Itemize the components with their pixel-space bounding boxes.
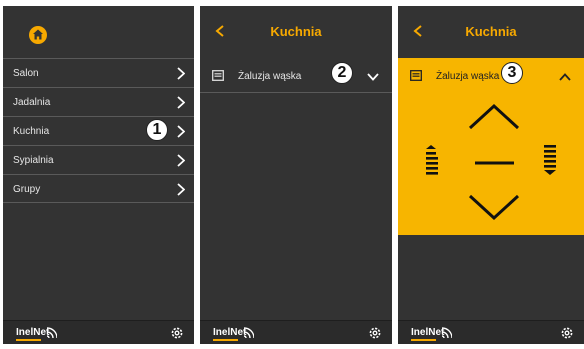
menu-item-label: Jadalnia xyxy=(13,97,51,108)
blind-device-icon xyxy=(212,70,224,81)
device-name: Żaluzja wąska xyxy=(238,71,302,82)
menu-item-salon[interactable]: Salon xyxy=(3,58,194,87)
menu-item-label: Grupy xyxy=(13,184,41,195)
chevron-right-icon xyxy=(177,67,185,80)
menu-item-label: Sypialnia xyxy=(13,155,54,166)
device-row[interactable]: Żaluzja wąska xyxy=(200,58,392,93)
menu-item-sypialnia[interactable]: Sypialnia xyxy=(3,145,194,174)
menu-item-jadalnia[interactable]: Jadalnia xyxy=(3,87,194,116)
tilt-close-icon[interactable] xyxy=(544,145,556,175)
screen-room-collapsed: Kuchnia Żaluzja wąska 2 InelNet xyxy=(200,6,392,344)
header: Kuchnia xyxy=(398,6,584,53)
logo-underline xyxy=(411,339,436,341)
wifi-icon xyxy=(243,327,254,338)
logo-underline xyxy=(16,339,41,341)
callout-badge: 3 xyxy=(501,62,523,84)
chevron-up-icon[interactable] xyxy=(559,73,571,81)
screen-rooms: Salon Jadalnia Kuchnia Sypialnia Grupy 1… xyxy=(3,6,194,344)
menu-item-label: Kuchnia xyxy=(13,126,50,137)
settings-gear-icon[interactable] xyxy=(560,326,574,340)
chevron-right-icon xyxy=(177,183,185,196)
chevron-right-icon xyxy=(177,154,185,167)
footer: InelNet xyxy=(200,320,392,344)
chevron-right-icon xyxy=(177,96,185,109)
menu-item-grupy[interactable]: Grupy xyxy=(3,174,194,203)
device-row[interactable]: Żaluzja wąska xyxy=(398,58,584,93)
blind-control-panel: Żaluzja wąska 3 xyxy=(398,58,584,235)
settings-gear-icon[interactable] xyxy=(368,326,382,340)
footer: InelNet xyxy=(398,320,584,344)
wifi-icon xyxy=(441,327,452,338)
logo-underline xyxy=(213,339,238,341)
callout-badge: 1 xyxy=(146,119,168,141)
chevron-down-icon[interactable] xyxy=(367,73,379,81)
page-title: Kuchnia xyxy=(270,24,322,39)
settings-gear-icon[interactable] xyxy=(170,326,184,340)
footer: InelNet xyxy=(3,320,194,344)
wifi-icon xyxy=(46,327,57,338)
tilt-open-icon[interactable] xyxy=(426,145,438,175)
home-icon[interactable] xyxy=(29,26,47,44)
header: Kuchnia xyxy=(200,6,392,53)
blind-device-icon xyxy=(410,70,422,81)
screen-room-expanded: Kuchnia Żaluzja wąska 3 InelNet xyxy=(398,6,584,344)
page-title: Kuchnia xyxy=(465,24,517,39)
callout-badge: 2 xyxy=(331,62,353,84)
up-icon[interactable] xyxy=(468,103,520,130)
down-icon[interactable] xyxy=(468,194,520,221)
menu-item-label: Salon xyxy=(13,68,39,79)
chevron-right-icon xyxy=(177,125,185,138)
device-name: Żaluzja wąska xyxy=(436,71,500,82)
header xyxy=(3,6,194,53)
